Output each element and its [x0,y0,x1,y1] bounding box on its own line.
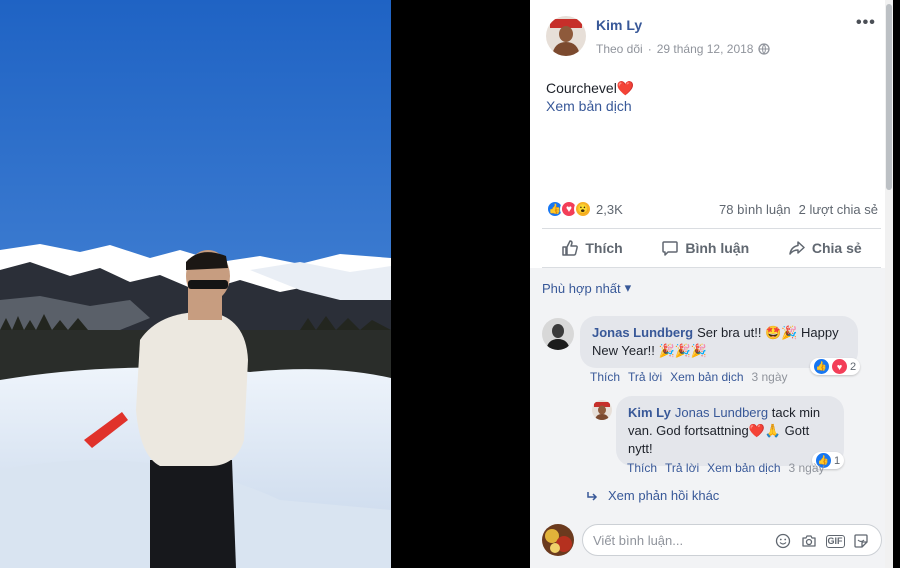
comment-count[interactable]: 78 bình luận [719,202,791,217]
comment-reply-link[interactable]: Trả lời [628,370,662,384]
reply-time[interactable]: 3 ngày [789,461,825,475]
comment-composer: Viết bình luận... GIF [530,520,893,568]
snowy-mountain-photo [0,0,391,568]
emoji-button[interactable] [773,531,793,551]
divider [542,228,881,229]
more-replies-label: Xem phản hồi khác [608,488,720,503]
view-more-replies-link[interactable]: Xem phản hồi khác [586,488,719,503]
share-label: Chia sẻ [811,240,862,256]
reply-arrow-icon [587,491,598,501]
camera-icon [802,535,816,547]
reply-author-name[interactable]: Kim Ly [628,405,671,420]
see-translation-link[interactable]: Xem bản dịch [546,98,632,114]
reaction-icons[interactable]: 👍 ♥ 😮 [546,200,592,218]
comment-reactions[interactable]: 👍 ♥ 2 [810,358,861,375]
post-meta: Theo dõi · 29 tháng 12, 2018 [596,42,771,56]
photo-viewer: Kim Ly Theo dõi · 29 tháng 12, 2018 ••• … [0,0,900,568]
sticker-icon [854,534,868,548]
comment-button[interactable]: Bình luận [661,239,749,257]
more-options-button[interactable]: ••• [856,14,876,32]
speech-bubble-icon [662,241,679,256]
love-reaction-icon: ♥ [832,359,847,374]
author-avatar[interactable] [546,16,586,56]
comment-time[interactable]: 3 ngày [752,370,788,384]
panel-scrollbar[interactable] [885,0,893,568]
sort-comments-dropdown[interactable]: Phù hợp nhất ▾ [542,280,631,296]
smiley-icon [775,533,791,549]
reply-actions: Thích Trả lời Xem bản dịch 3 ngày [627,461,825,475]
post-photo[interactable] [0,0,391,568]
comment-input-placeholder: Viết bình luận... [593,533,684,548]
photo-button[interactable] [799,531,819,551]
gif-button[interactable]: GIF [825,531,845,551]
commenter-name[interactable]: Jonas Lundberg [592,325,693,340]
meta-separator: · [647,42,652,56]
reply-translate-link[interactable]: Xem bản dịch [707,461,780,475]
commenter-avatar[interactable] [542,318,574,350]
comment-translate-link[interactable]: Xem bản dịch [670,370,743,384]
post-text: Courchevel❤️ [546,80,635,96]
reply-author-avatar[interactable] [592,400,612,420]
reply-reaction-count: 1 [834,454,841,467]
scrollbar-thumb[interactable] [886,4,892,190]
share-arrow-icon [789,241,805,255]
gif-icon: GIF [825,534,845,548]
comment-input[interactable]: Viết bình luận... GIF [582,524,882,556]
author-name[interactable]: Kim Ly [596,17,642,33]
comment-reaction-count: 2 [850,360,857,373]
like-button[interactable]: Thích [561,239,623,257]
reply-bubble: Kim Ly Jonas Lundberg tack min van. God f… [616,396,844,466]
follow-link[interactable]: Theo dõi [596,42,643,56]
chevron-down-icon: ▾ [624,280,632,295]
share-count[interactable]: 2 lượt chia sẻ [799,202,878,217]
sticker-button[interactable] [851,531,871,551]
reaction-count[interactable]: 2,3K [596,202,623,217]
like-label: Thích [585,240,623,256]
wow-reaction-icon: 😮 [574,200,592,218]
comment-actions: Thích Trả lời Xem bản dịch 3 ngày [590,370,788,384]
like-reaction-icon: 👍 [814,359,829,374]
reply-reply-link[interactable]: Trả lời [665,461,699,475]
reply-mention[interactable]: Jonas Lundberg [675,405,768,420]
comment-label: Bình luận [685,240,750,256]
reply-like-link[interactable]: Thích [627,461,657,475]
composer-tools: GIF [773,531,871,551]
post-stats: 👍 ♥ 😮 2,3K 78 bình luận 2 lượt chia sẻ [546,200,878,218]
post-actions: Thích Bình luận Chia sẻ [542,232,881,264]
post-panel: Kim Ly Theo dõi · 29 tháng 12, 2018 ••• … [530,0,893,568]
comments-section: Phù hợp nhất ▾ Jonas Lundberg Ser bra ut!… [530,268,893,568]
comment-like-link[interactable]: Thích [590,370,620,384]
share-button[interactable]: Chia sẻ [788,239,862,257]
globe-icon [758,43,771,55]
sort-label: Phù hợp nhất [542,280,621,296]
thumbs-up-icon [562,240,579,256]
post-date[interactable]: 29 tháng 12, 2018 [657,42,754,56]
current-user-avatar [542,524,574,556]
